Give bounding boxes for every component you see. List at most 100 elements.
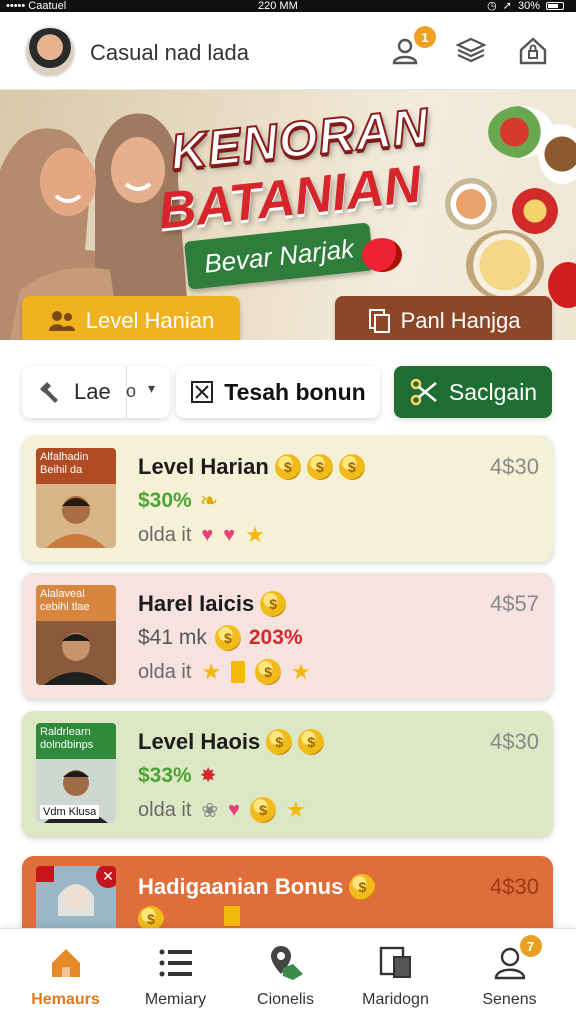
tab-senens[interactable]: 7 Senens	[452, 935, 567, 1019]
scissors-icon	[410, 378, 437, 406]
tab-hemaurs[interactable]: Hemaurs	[8, 943, 123, 1019]
card-subtitle: olda it ♥ ♥ ★	[138, 522, 265, 548]
tesah-bonun-label: Tesah bonun	[224, 378, 366, 405]
tab-label: Hemaurs	[31, 991, 100, 1008]
document-icon	[368, 309, 390, 333]
hammer-icon	[40, 382, 58, 403]
card-thumbnail: ✕	[36, 866, 116, 936]
battery-icon	[546, 2, 564, 10]
card-amount: 4$30	[490, 874, 539, 899]
avatar[interactable]	[24, 26, 76, 78]
list-item[interactable]: Alfalhadin Beihil da Level Harian $ $ $ …	[22, 436, 553, 562]
food-tomato-icon	[548, 262, 576, 308]
tesah-bonun-button[interactable]: Tesah bonun	[176, 366, 380, 418]
group-icon	[48, 311, 75, 331]
promo-banner[interactable]: KENORAN BATANIAN Bevar Narjak Level Hani…	[0, 90, 576, 340]
notification-badge: 7	[519, 935, 542, 957]
card-amount: 4$57	[490, 591, 539, 616]
home-icon	[51, 949, 80, 977]
tab-memiary[interactable]: Memiary	[118, 943, 233, 1019]
apple-icon: ♥	[223, 523, 236, 546]
alarm-icon: ◷	[487, 0, 497, 12]
home-lock-icon	[519, 37, 547, 65]
list-item[interactable]: Raldrlearn dolndbinps Vdm Klusa Level Ha…	[22, 711, 553, 837]
close-box-icon	[191, 381, 214, 403]
coin-icon: $	[298, 729, 325, 755]
food-bowl-icon	[445, 178, 497, 230]
profile-button[interactable]: 1	[388, 26, 436, 68]
thumbnail-caption: Raldrlearn dolndbinps	[36, 723, 116, 759]
notification-badge: 1	[414, 26, 436, 48]
feather-icon: ❧	[199, 488, 219, 513]
star-icon: ★	[286, 797, 306, 822]
food-cherry-icon	[362, 238, 402, 272]
coin-icon: $	[306, 454, 333, 480]
list-icon	[159, 949, 192, 977]
close-badge-icon[interactable]: ✕	[96, 866, 116, 888]
card-subtitle: olda it ❀ ♥ $ ★	[138, 797, 306, 823]
panl-hanjga-label: Panl Hanjga	[400, 308, 521, 333]
card-subtitle: olda it ★ $ ★	[138, 659, 311, 685]
percent-value: $30%	[138, 489, 192, 512]
status-icons: ◷ ➚ 30%	[487, 0, 564, 12]
tab-cionelis[interactable]: Cionelis	[228, 943, 343, 1019]
food-cheese-icon	[466, 230, 544, 300]
star-icon: ★	[201, 659, 222, 684]
clock: 220 MM	[258, 0, 298, 12]
layers-icon	[455, 37, 487, 63]
subtitle-text: olda it	[138, 660, 192, 683]
card-title-text: Hadigaanian Bonus	[138, 874, 344, 899]
chevron-down-icon: ▾	[148, 380, 156, 396]
firecracker-icon: ✸	[199, 765, 217, 787]
sort-suffix: o	[126, 381, 137, 401]
card-title: Level Harian $ $ $	[138, 454, 365, 480]
card-percent: $33% ✸	[138, 763, 216, 788]
amount-prefix: $41 mk	[138, 626, 207, 649]
subtitle-text: olda it	[138, 523, 192, 546]
list-item[interactable]: Alalaveal cebihl tlae Harel Iaicis $ $41…	[22, 573, 553, 699]
page-title: Casual nad lada	[90, 40, 250, 65]
apple-icon: ♥	[228, 798, 241, 821]
tab-label: Senens	[482, 991, 537, 1008]
card-title-text: Level Haois	[138, 729, 261, 754]
thumbnail-caption: Alfalhadin Beihil da	[36, 448, 116, 484]
bottom-tab-bar: Hemaurs Memiary Cionelis Maridogn 7 Sene…	[0, 928, 576, 1024]
coin-icon: $	[274, 454, 301, 480]
card-title-text: Harel Iaicis	[138, 591, 255, 616]
tab-label: Cionelis	[257, 991, 314, 1008]
tab-label: Maridogn	[362, 991, 429, 1008]
layers-button[interactable]	[454, 34, 488, 68]
app-header: Casual nad lada 1	[0, 12, 576, 90]
thumbnail-tag: Vdm Klusa	[40, 805, 100, 819]
sort-label: Lae	[74, 379, 111, 404]
saclgain-button[interactable]: Saclgain	[394, 366, 552, 418]
star-icon: ★	[291, 659, 311, 684]
location-icon: ➚	[502, 0, 512, 12]
carrier-label: ••••• Caatuel	[6, 0, 67, 12]
level-hanian-button[interactable]: Level Hanian	[22, 296, 240, 340]
food-cookies-icon	[538, 124, 576, 184]
subtitle-text: olda it	[138, 798, 192, 821]
coin-icon: $	[250, 797, 277, 823]
coin-icon: $	[338, 454, 365, 480]
coin-icon: $	[349, 874, 376, 900]
food-egg-icon	[512, 188, 558, 234]
percent-value: $33%	[138, 763, 192, 787]
gold-bar-icon	[224, 906, 240, 926]
panl-hanjga-button[interactable]: Panl Hanjga	[335, 296, 552, 340]
percent-value: 203%	[248, 626, 303, 649]
home-lock-button[interactable]	[516, 34, 550, 68]
status-bar: ••••• Caatuel 220 MM ◷ ➚ 30%	[0, 0, 576, 12]
level-hanian-label: Level Hanian	[85, 308, 215, 333]
card-amount: 4$30	[490, 729, 539, 754]
coin-icon: $	[255, 659, 282, 685]
devices-icon	[379, 946, 411, 978]
card-title: Level Haois $ $	[138, 729, 325, 755]
tab-maridogn[interactable]: Maridogn	[338, 943, 453, 1019]
card-title-text: Level Harian	[138, 454, 269, 479]
person-photo	[36, 484, 116, 548]
card-percent: $30% ❧	[138, 488, 218, 514]
card-thumbnail: Alfalhadin Beihil da	[36, 448, 116, 548]
sort-dropdown[interactable]: Lae o ▾	[22, 366, 170, 418]
star-icon: ★	[245, 522, 265, 547]
